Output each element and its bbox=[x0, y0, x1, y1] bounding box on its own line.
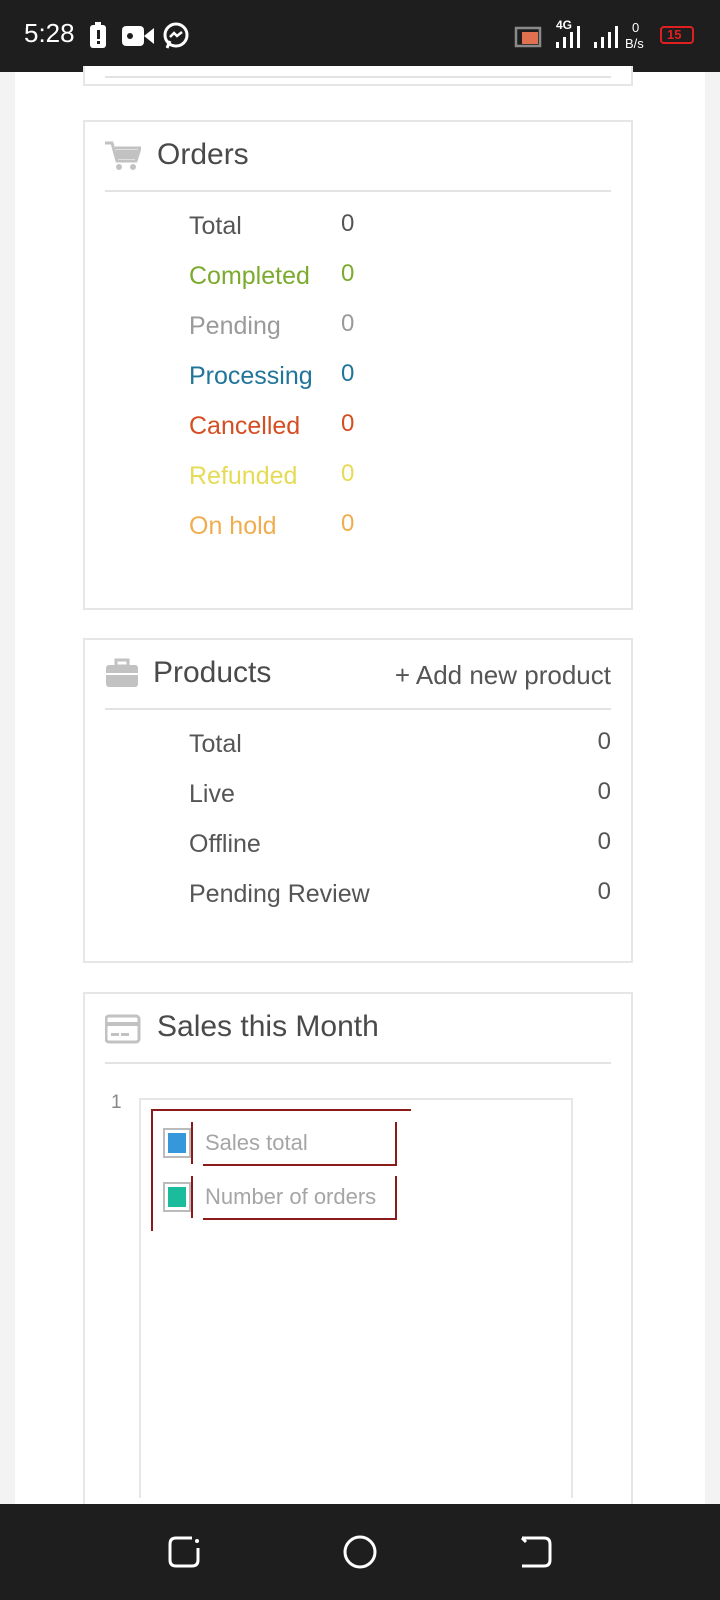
orders-row-value: 0 bbox=[341, 460, 355, 487]
recent-apps-icon[interactable] bbox=[164, 1532, 204, 1572]
net-speed-unit: B/s bbox=[625, 36, 644, 51]
orders-row-value: 0 bbox=[341, 360, 355, 387]
orders-row-label: Cancelled bbox=[189, 412, 301, 440]
legend-item[interactable]: Number of orders bbox=[163, 1176, 401, 1220]
sales-card: Sales this Month 1 Sales total Number of … bbox=[83, 992, 633, 1512]
legend-swatch bbox=[168, 1187, 186, 1207]
orders-row-label: Completed bbox=[189, 262, 310, 290]
sales-title: Sales this Month bbox=[157, 1010, 379, 1043]
navigation-bar bbox=[0, 1504, 720, 1600]
products-row-label: Pending Review bbox=[189, 880, 370, 908]
sales-header: Sales this Month bbox=[105, 994, 611, 1064]
legend-swatch bbox=[168, 1133, 186, 1153]
orders-row-value: 0 bbox=[341, 310, 355, 337]
legend-separator bbox=[191, 1176, 193, 1218]
products-row-label: Live bbox=[189, 780, 235, 808]
legend-right-border bbox=[395, 1176, 397, 1219]
network-type: 4G bbox=[556, 18, 573, 32]
back-icon[interactable] bbox=[516, 1532, 556, 1572]
products-row-label: Offline bbox=[189, 830, 261, 858]
orders-row-label: Refunded bbox=[189, 462, 298, 490]
legend-underline bbox=[203, 1218, 397, 1220]
orders-row-value: 0 bbox=[341, 410, 355, 437]
messenger-icon bbox=[163, 22, 189, 49]
video-camera-icon bbox=[122, 26, 154, 46]
cart-icon bbox=[105, 141, 141, 170]
products-row-label: Total bbox=[189, 730, 242, 758]
orders-title: Orders bbox=[157, 138, 249, 171]
orders-row-label: Pending bbox=[189, 312, 281, 340]
add-new-product-link[interactable]: + Add new product bbox=[395, 660, 611, 691]
orders-row-label: On hold bbox=[189, 512, 277, 540]
status-time: 5:28 bbox=[24, 18, 75, 48]
legend-swatch-box bbox=[163, 1128, 191, 1158]
home-icon[interactable] bbox=[340, 1532, 380, 1572]
y-axis-tick: 1 bbox=[111, 1092, 122, 1113]
orders-header: Orders bbox=[105, 122, 611, 192]
legend-underline bbox=[203, 1164, 397, 1166]
legend-label: Sales total bbox=[205, 1130, 308, 1155]
products-row-value: 0 bbox=[597, 778, 611, 805]
legend-right-border bbox=[395, 1122, 397, 1165]
dashboard-page: Orders Total 0 Completed 0 Pending 0 Processin… bbox=[15, 66, 705, 1512]
orders-row-value: 0 bbox=[341, 260, 355, 287]
orders-card: Orders Total 0 Completed 0 Pending 0 Processin… bbox=[83, 120, 633, 610]
orders-row-value: 0 bbox=[341, 510, 355, 537]
net-speed-value: 0 bbox=[632, 20, 640, 35]
products-row-value: 0 bbox=[597, 828, 611, 855]
cast-icon bbox=[514, 26, 542, 48]
credit-card-icon bbox=[105, 1014, 141, 1044]
legend-separator bbox=[191, 1122, 193, 1164]
battery-indicator: 15 bbox=[660, 26, 694, 44]
orders-row-value: 0 bbox=[341, 210, 355, 237]
status-bar: 5:28 4G 0 B/s 15 bbox=[0, 0, 720, 72]
products-title: Products bbox=[153, 656, 272, 689]
signal-strength-2-icon bbox=[594, 26, 618, 48]
products-header: Products + Add new product bbox=[105, 640, 611, 710]
legend-item[interactable]: Sales total bbox=[163, 1122, 401, 1166]
products-row-value: 0 bbox=[597, 728, 611, 755]
battery-saver-icon bbox=[90, 22, 106, 48]
briefcase-icon bbox=[106, 658, 138, 687]
previous-card-bottom bbox=[83, 66, 633, 86]
orders-row-label: Total bbox=[189, 212, 242, 240]
products-row-value: 0 bbox=[597, 878, 611, 905]
orders-row-label: Processing bbox=[189, 362, 313, 390]
products-card: Products + Add new product Total 0 Live 0 Of… bbox=[83, 638, 633, 963]
battery-level: 15 bbox=[667, 27, 682, 42]
legend-swatch-box bbox=[163, 1182, 191, 1212]
legend-label: Number of orders bbox=[205, 1184, 377, 1209]
